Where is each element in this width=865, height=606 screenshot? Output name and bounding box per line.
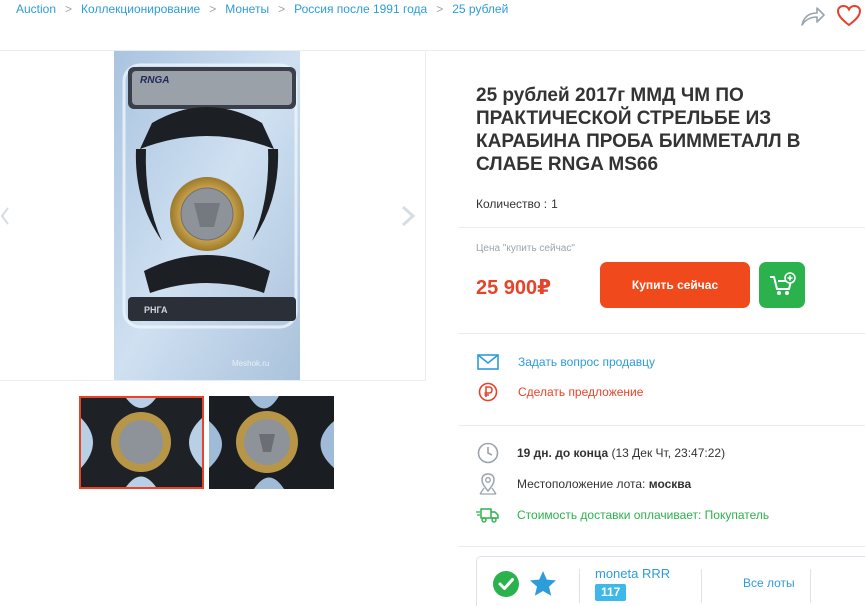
quantity-value: 1 [551, 197, 558, 211]
make-offer-label: Сделать предложение [518, 385, 644, 399]
truck-icon [476, 503, 500, 527]
lot-title: 25 рублей 2017г ММД ЧМ ПО ПРАКТИЧЕСКОЙ С… [476, 85, 801, 175]
time-left: 19 дн. до конца [517, 446, 609, 460]
chevron-right-icon[interactable] [399, 205, 417, 227]
slab-label-top: RNGA [140, 75, 169, 86]
seller-name-link[interactable]: moneta RRR [595, 566, 670, 581]
price: 25 900₽ [476, 277, 552, 299]
breadcrumb-separator: > [65, 2, 73, 16]
watermark: Meshok.ru [232, 359, 269, 368]
separator [579, 569, 580, 603]
all-lots-link[interactable]: Все лоты [743, 576, 795, 590]
star-icon [530, 571, 556, 596]
expand-icon[interactable] [374, 69, 408, 103]
breadcrumb-separator: > [278, 2, 286, 16]
breadcrumb-auction[interactable]: Auction [16, 2, 56, 16]
envelope-icon [476, 352, 500, 372]
breadcrumb-collecting[interactable]: Коллекционирование [81, 2, 200, 16]
seller-card: moneta RRR 117 Все лоты [476, 556, 865, 606]
chevron-left-icon[interactable] [0, 206, 10, 226]
shipping-text: Стоимость доставки оплачивает: Покупател… [517, 508, 770, 522]
separator [810, 569, 811, 603]
breadcrumb: Auction > Коллекционирование > Монеты > Россия… [16, 2, 508, 16]
share-icon[interactable] [800, 5, 826, 27]
verified-check-icon [493, 571, 519, 597]
location-value: москва [648, 477, 692, 491]
breadcrumb-coins[interactable]: Монеты [225, 2, 269, 16]
divider [458, 227, 865, 228]
location-label: Местоположение лота: [517, 477, 646, 491]
time-left-row: 19 дн. до конца (13 Дек Чт, 23:47:22) [476, 441, 725, 465]
main-photo[interactable]: RNGA РНГА Meshok.ru [114, 51, 300, 380]
add-to-cart-button[interactable] [759, 262, 805, 308]
location-pin-icon [476, 472, 500, 496]
breadcrumb-separator: > [436, 2, 444, 16]
ask-seller-link[interactable]: Задать вопрос продавцу [476, 352, 655, 372]
separator [701, 569, 702, 603]
location-row: Местоположение лота: москва [476, 472, 691, 496]
ask-seller-label: Задать вопрос продавцу [518, 355, 656, 369]
breadcrumb-separator: > [209, 2, 217, 16]
coin-slab-photo: RNGA РНГА Meshok.ru [114, 51, 300, 380]
ruble-circle-icon [476, 382, 500, 402]
buy-now-button[interactable]: Купить сейчас [600, 262, 750, 308]
quantity: Количество :1 [476, 197, 558, 211]
thumbnail-image [81, 398, 202, 487]
end-date: (13 Дек Чт, 23:47:22) [611, 446, 726, 460]
thumbnail-image [209, 396, 334, 489]
clock-icon [476, 441, 500, 465]
make-offer-link[interactable]: Сделать предложение [476, 382, 643, 402]
price-caption: Цена "купить сейчас" [476, 243, 575, 254]
breadcrumb-25-rubles[interactable]: 25 рублей [452, 2, 508, 16]
seller-rating-badge[interactable]: 117 [595, 584, 627, 601]
slab-label-bottom: РНГА [144, 305, 168, 315]
cart-plus-icon [770, 272, 796, 295]
divider [458, 546, 865, 547]
quantity-label: Количество : [476, 197, 548, 211]
divider [458, 333, 865, 334]
heart-icon[interactable] [836, 4, 862, 28]
divider [458, 425, 865, 426]
photo-gallery: RNGA РНГА Meshok.ru [0, 51, 426, 381]
shipping-row: Стоимость доставки оплачивает: Покупател… [476, 503, 769, 527]
thumbnail-2[interactable] [209, 396, 334, 489]
thumbnail-1[interactable] [79, 396, 204, 489]
breadcrumb-russia-after-1991[interactable]: Россия после 1991 года [294, 2, 427, 16]
